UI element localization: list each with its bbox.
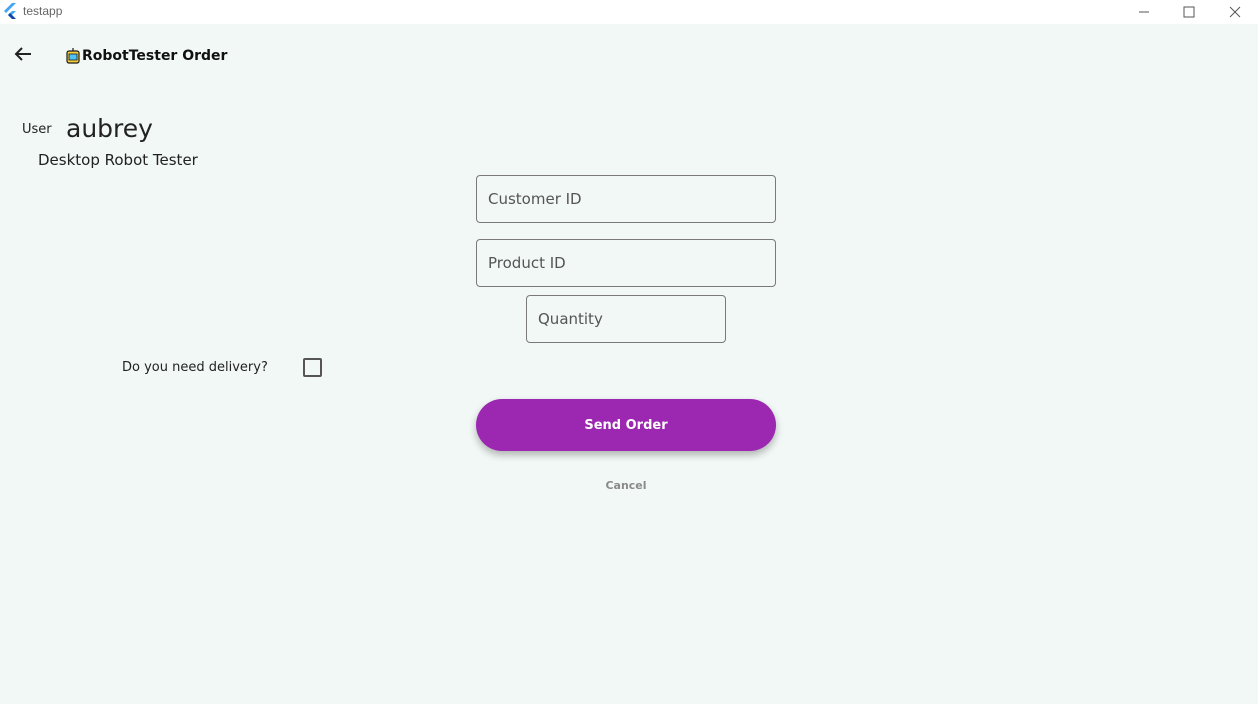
user-label: User (22, 122, 52, 137)
close-button[interactable] (1212, 0, 1257, 24)
title-bar: testapp (0, 0, 1258, 24)
close-icon (1229, 3, 1241, 22)
product-id-placeholder: Product ID (488, 254, 566, 272)
arrow-left-icon (14, 46, 32, 66)
app-window: testapp RobotTester Order User aubrey De… (0, 0, 1258, 704)
cancel-button[interactable]: Cancel (576, 475, 676, 495)
maximize-button[interactable] (1166, 0, 1211, 24)
delivery-checkbox[interactable] (303, 358, 322, 377)
cancel-label: Cancel (605, 478, 647, 492)
quantity-field[interactable]: Quantity (526, 295, 726, 343)
flutter-logo-icon (3, 3, 17, 20)
minimize-button[interactable] (1121, 0, 1166, 24)
user-role: Desktop Robot Tester (38, 151, 198, 169)
user-name: aubrey (66, 114, 153, 143)
quantity-placeholder: Quantity (538, 310, 603, 328)
page-title: RobotTester Order (82, 48, 228, 64)
back-button[interactable] (10, 43, 36, 69)
maximize-icon (1183, 3, 1195, 22)
minimize-icon (1138, 3, 1150, 22)
customer-id-field[interactable]: Customer ID (476, 175, 776, 223)
send-order-button[interactable]: Send Order (476, 399, 776, 451)
robot-logo-icon (66, 48, 80, 64)
customer-id-placeholder: Customer ID (488, 190, 582, 208)
delivery-label: Do you need delivery? (122, 360, 268, 375)
window-title: testapp (23, 4, 63, 18)
send-order-label: Send Order (584, 417, 668, 433)
product-id-field[interactable]: Product ID (476, 239, 776, 287)
app-bar-title: RobotTester Order (66, 46, 227, 66)
